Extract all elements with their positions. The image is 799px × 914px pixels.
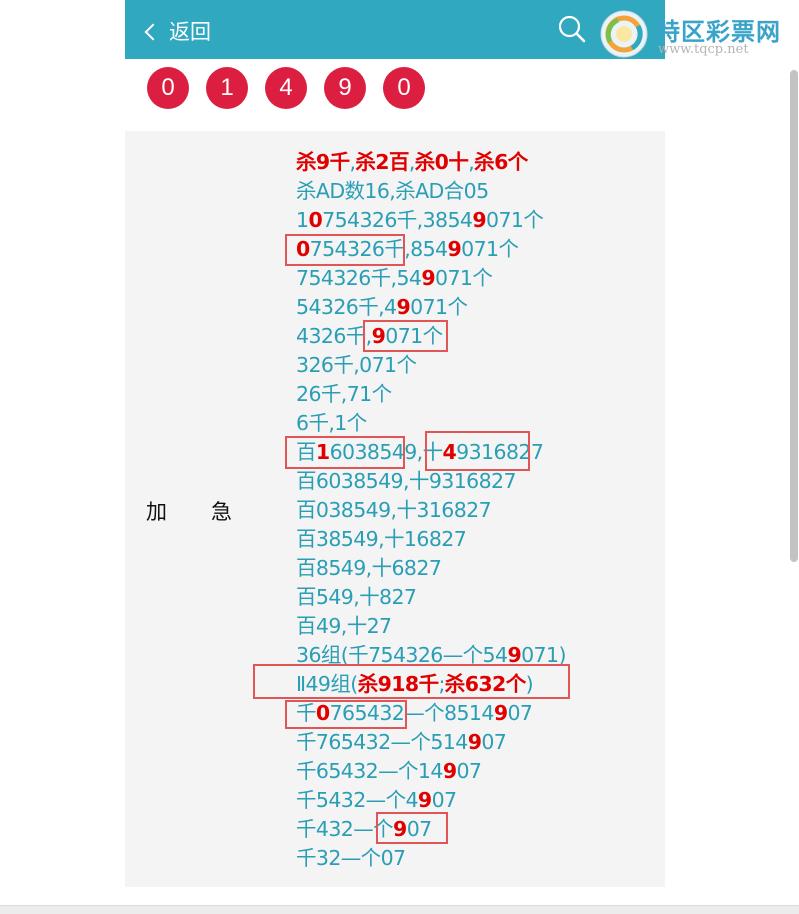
site-logo: 特区彩票网 www.tqcp.net: [598, 8, 799, 60]
prediction-line: 百49,十27: [296, 612, 646, 641]
line-text: 千65432—个14: [296, 759, 443, 783]
chevron-left-icon: [144, 23, 162, 40]
highlight-box: [285, 234, 405, 266]
highlight-text: 9: [417, 788, 432, 812]
prediction-line: 千65432—个14907: [296, 757, 646, 786]
highlight-text: 杀9千: [296, 150, 350, 174]
line-text: 754326千,3854: [322, 208, 473, 232]
highlight-text: 9: [493, 701, 508, 725]
line-text: 754326千,54: [296, 266, 422, 290]
prediction-line: 百8549,十6827: [296, 554, 646, 583]
highlight-text: 杀0十: [414, 150, 469, 174]
prediction-line: 百38549,十16827: [296, 525, 646, 554]
line-text: 26千,71个: [296, 382, 392, 406]
line-text: 1: [296, 208, 309, 232]
prediction-line: 千32—个07: [296, 844, 646, 873]
prediction-line: 754326千,549071个: [296, 264, 646, 293]
prediction-line: 百549,十827: [296, 583, 646, 612]
line-text: 千765432—个514: [296, 730, 468, 754]
logo-url: www.tqcp.net: [658, 42, 749, 57]
prediction-line: 26千,71个: [296, 380, 646, 409]
highlight-box: [425, 431, 530, 471]
prediction-line: 54326千,49071个: [296, 293, 646, 322]
line-text: 071个: [410, 295, 468, 319]
line-text: 百8549,十6827: [296, 556, 442, 580]
line-text: 07: [431, 788, 457, 812]
result-ball: 4: [265, 67, 307, 109]
result-ball: 0: [383, 67, 425, 109]
highlight-box: [285, 436, 405, 469]
prediction-line: 千432—个907: [296, 815, 646, 844]
back-label: 返回: [169, 20, 211, 44]
line-text: 071个: [435, 266, 493, 290]
line-text: 千32—个07: [296, 846, 406, 870]
highlight-text: 9: [442, 759, 457, 783]
prediction-line: 千5432—个4907: [296, 786, 646, 815]
line-text: 百6038549,十9316827: [296, 469, 517, 493]
prediction-line: 4326千,9071个: [296, 322, 646, 351]
highlight-text: 9: [421, 266, 436, 290]
highlight-box: [285, 700, 407, 729]
result-ball: 9: [324, 67, 366, 109]
highlight-text: 杀2百: [355, 150, 409, 174]
line-text: 07: [456, 759, 482, 783]
logo-mark-icon: [600, 10, 648, 58]
line-text: 071个: [486, 208, 544, 232]
line-text: 071个: [461, 237, 519, 261]
line-text: 6千,1个: [296, 411, 367, 435]
scrollbar[interactable]: [790, 70, 798, 562]
line-text: 百38549,十16827: [296, 527, 467, 551]
highlight-text: 9: [472, 208, 487, 232]
line-text: 07: [507, 701, 533, 725]
result-ball: 0: [147, 67, 189, 109]
line-text: 百549,十827: [296, 585, 417, 609]
search-icon[interactable]: [557, 14, 587, 44]
prediction-line: 杀9千,杀2百,杀0十,杀6个: [296, 148, 646, 177]
line-text: 千5432—个4: [296, 788, 419, 812]
line-text: 326千,071个: [296, 353, 417, 377]
line-text: 百49,十27: [296, 614, 392, 638]
top-bar: 返回: [125, 0, 665, 59]
prediction-line: 杀AD数16,杀AD合05: [296, 177, 646, 206]
line-text: 4326千,: [296, 324, 372, 348]
line-text: 07: [481, 730, 507, 754]
highlight-text: 杀6个: [474, 150, 528, 174]
highlight-text: 9: [447, 237, 462, 261]
line-text: 百038549,十316827: [296, 498, 492, 522]
highlight-text: 0: [308, 208, 323, 232]
back-button[interactable]: 返回: [144, 16, 211, 46]
highlight-text: 9: [396, 295, 411, 319]
prediction-line: 10754326千,38549071个: [296, 206, 646, 235]
section-tag: 加急: [146, 500, 276, 524]
highlight-box: [253, 664, 570, 699]
line-text: 杀AD数16,杀AD合05: [296, 179, 489, 203]
prediction-line: 百038549,十316827: [296, 496, 646, 525]
prediction-line: 326千,071个: [296, 351, 646, 380]
highlight-box: [376, 812, 448, 844]
prediction-line: 千765432—个514907: [296, 728, 646, 757]
highlight-box: [363, 320, 448, 352]
result-ball: 1: [206, 67, 248, 109]
prediction-line: 百6038549,十9316827: [296, 467, 646, 496]
line-text: 54326千,4: [296, 295, 397, 319]
highlight-text: 9: [467, 730, 482, 754]
